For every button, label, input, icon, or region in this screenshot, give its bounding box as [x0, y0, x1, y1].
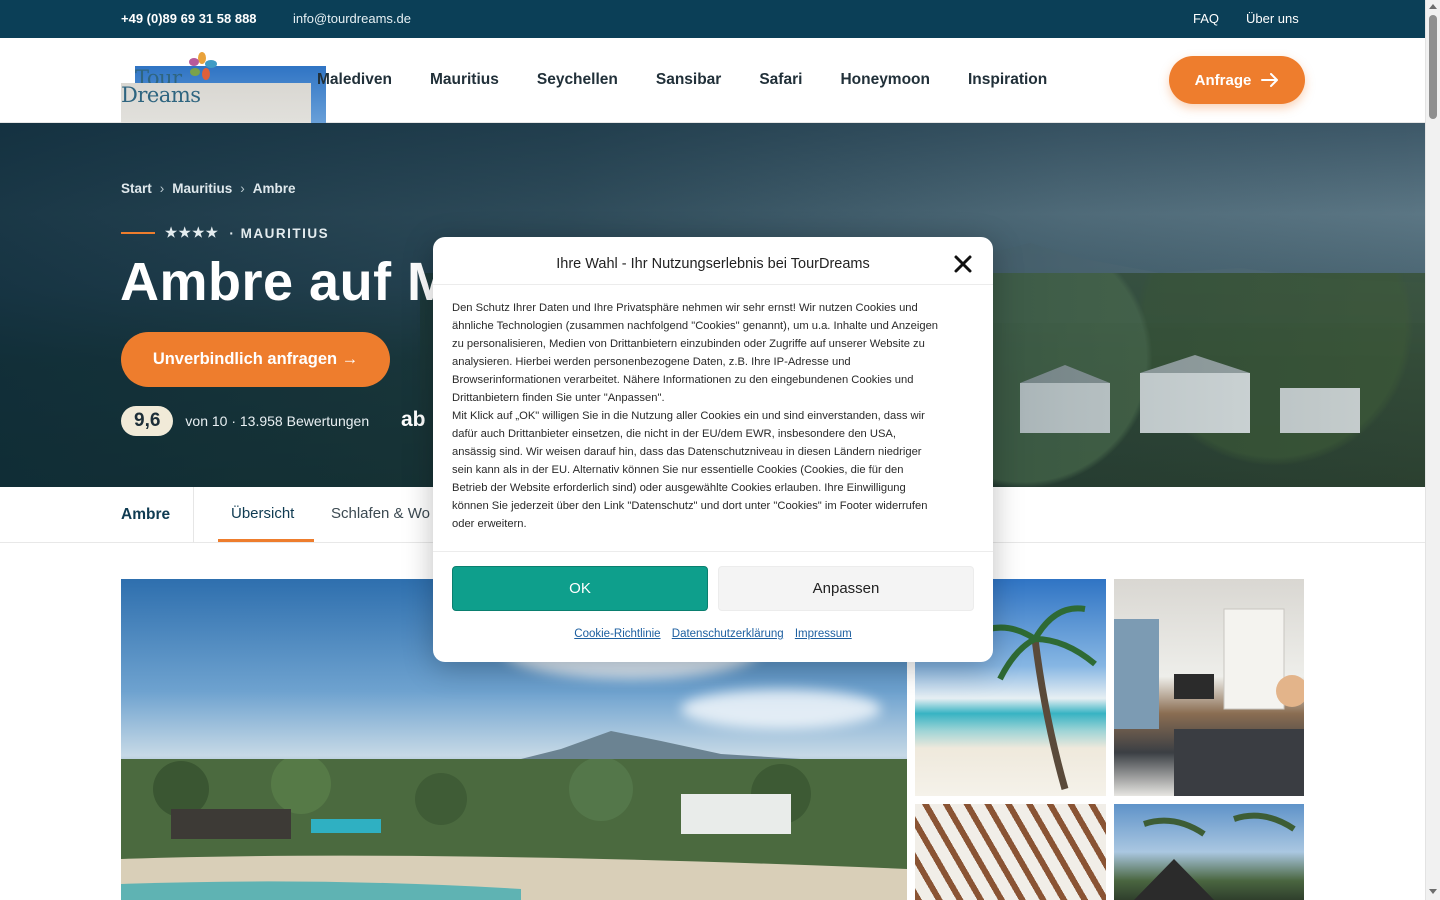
- scrollbar-thumb[interactable]: [1429, 15, 1437, 119]
- page-title: Ambre auf M: [120, 252, 453, 312]
- nav-item-inspiration[interactable]: Inspiration: [968, 71, 1047, 89]
- main-header: Tour Dreams Malediven Mauritius Seychell…: [0, 38, 1425, 300]
- imprint-link[interactable]: Impressum: [795, 628, 852, 640]
- subnav-divider: [193, 487, 194, 543]
- anfrage-button[interactable]: Anfrage: [1169, 56, 1305, 104]
- faq-link[interactable]: FAQ: [1193, 11, 1219, 26]
- scroll-down-icon[interactable]: [1429, 889, 1437, 894]
- room-interior: [1114, 608, 1304, 796]
- main-nav: Malediven Mauritius Seychellen Sansibar …: [317, 71, 1085, 89]
- page: +49 (0)89 69 31 58 888 info@tourdreams.d…: [0, 0, 1440, 900]
- nav-item-safari[interactable]: Safari: [759, 71, 802, 89]
- breadcrumb-mauritius[interactable]: Mauritius: [172, 181, 232, 196]
- customize-button[interactable]: Anpassen: [718, 566, 974, 611]
- close-icon[interactable]: [952, 253, 974, 275]
- breadcrumb-start[interactable]: Start: [121, 181, 152, 196]
- gallery-tile-palms[interactable]: [1114, 804, 1304, 900]
- consent-paragraph-2: Mit Klick auf „OK" willigen Sie in die N…: [452, 410, 928, 530]
- review-rating: 9,6 von 10 · 13.958 Bewertungen: [121, 406, 369, 436]
- nav-item-honeymoon[interactable]: Honeymoon: [840, 71, 930, 89]
- palm-hut: [1134, 812, 1296, 900]
- price-prefix: ab: [401, 408, 426, 431]
- score-badge: 9,6: [121, 406, 174, 436]
- dialog-divider: [433, 551, 993, 552]
- dialog-title: Ihre Wahl - Ihr Nutzungserlebnis bei Tou…: [556, 256, 870, 272]
- breadcrumb-current: Ambre: [252, 181, 296, 196]
- dialog-body: Den Schutz Ihrer Daten und Ihre Privatsp…: [452, 299, 942, 533]
- breadcrumb-separator: ›: [240, 181, 245, 196]
- hero-eyebrow: ★★★★ · MAURITIUS: [121, 225, 329, 241]
- scroll-up-icon[interactable]: [1429, 4, 1437, 9]
- dialog-links: Cookie-Richtlinie Datenschutzerklärung I…: [433, 628, 993, 640]
- gallery-tile-restaurant[interactable]: [915, 804, 1106, 900]
- star-rating: ★★★★: [165, 225, 220, 240]
- consent-paragraph-1: Den Schutz Ihrer Daten und Ihre Privatsp…: [452, 302, 939, 404]
- arrow-right-icon: [1261, 73, 1279, 87]
- inquiry-button[interactable]: Unverbindlich anfragen →: [121, 332, 390, 387]
- cookie-policy-link[interactable]: Cookie-Richtlinie: [574, 628, 660, 640]
- top-bar: +49 (0)89 69 31 58 888 info@tourdreams.d…: [0, 0, 1425, 38]
- eyebrow-country: · MAURITIUS: [229, 225, 330, 241]
- scrollbar[interactable]: [1425, 0, 1440, 900]
- flower-icon: [189, 52, 217, 80]
- hotel-name: Ambre: [121, 506, 171, 523]
- gallery-tile-room[interactable]: [1114, 579, 1304, 796]
- phone-link[interactable]: +49 (0)89 69 31 58 888: [121, 11, 257, 26]
- about-link[interactable]: Über uns: [1246, 11, 1299, 26]
- eyebrow-line: [121, 232, 155, 234]
- nav-item-sansibar[interactable]: Sansibar: [656, 71, 721, 89]
- tab-schlafen-wohnen[interactable]: Schlafen & Wo: [331, 505, 430, 522]
- breadcrumb: Start › Mauritius › Ambre: [121, 181, 296, 196]
- active-tab-indicator: [218, 539, 314, 542]
- cookie-consent-dialog: Ihre Wahl - Ihr Nutzungserlebnis bei Tou…: [433, 237, 993, 662]
- resort-aerial: [121, 759, 907, 900]
- breadcrumb-separator: ›: [159, 181, 165, 196]
- ok-button[interactable]: OK: [452, 566, 708, 611]
- email-link[interactable]: info@tourdreams.de: [293, 11, 411, 26]
- nav-item-seychellen[interactable]: Seychellen: [537, 71, 618, 89]
- anfrage-label: Anfrage: [1194, 71, 1252, 89]
- tab-uebersicht[interactable]: Übersicht: [231, 505, 294, 522]
- nav-item-mauritius[interactable]: Mauritius: [430, 71, 499, 89]
- dialog-header: Ihre Wahl - Ihr Nutzungserlebnis bei Tou…: [433, 237, 993, 285]
- logo[interactable]: Tour Dreams: [121, 52, 326, 300]
- review-count: von 10 · 13.958 Bewertungen: [185, 413, 370, 429]
- privacy-policy-link[interactable]: Datenschutzerklärung: [672, 628, 784, 640]
- nav-item-malediven[interactable]: Malediven: [317, 71, 392, 89]
